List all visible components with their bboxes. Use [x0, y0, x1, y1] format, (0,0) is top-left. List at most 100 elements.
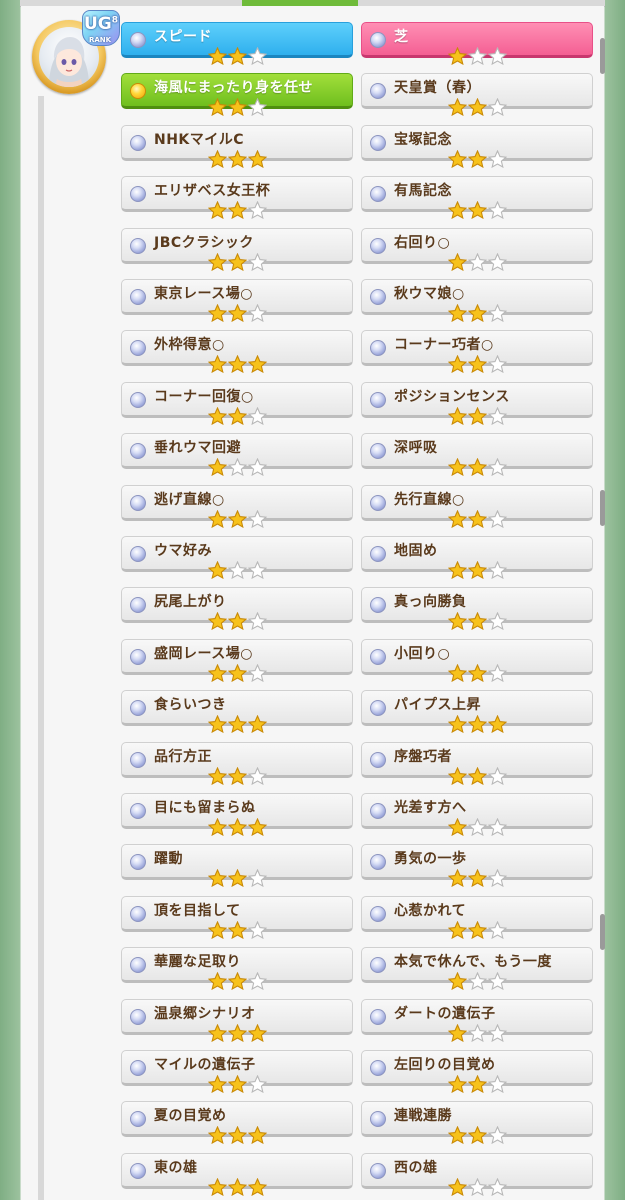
- skill-card[interactable]: 宝塚記念: [361, 125, 593, 168]
- skill-card[interactable]: 頂を目指して: [121, 896, 353, 939]
- star-rating: [208, 972, 267, 990]
- scrollbar-thumb[interactable]: [600, 490, 605, 526]
- star-filled-icon: [228, 921, 247, 939]
- skill-card[interactable]: 秋ウマ娘○: [361, 279, 593, 322]
- star-rating: [208, 767, 267, 785]
- skill-label: 垂れウマ回避: [154, 440, 241, 456]
- skill-card[interactable]: 逃げ直線○: [121, 485, 353, 528]
- skill-card[interactable]: パイプス上昇: [361, 690, 593, 733]
- star-filled-icon: [448, 869, 467, 887]
- skill-label: NHKマイルC: [154, 132, 245, 148]
- skill-card[interactable]: 先行直線○: [361, 485, 593, 528]
- star-filled-icon: [488, 715, 507, 733]
- skill-card[interactable]: 有馬記念: [361, 176, 593, 219]
- skill-card[interactable]: 心惹かれて: [361, 896, 593, 939]
- skill-icon: [370, 597, 386, 613]
- star-filled-icon: [448, 407, 467, 425]
- skill-card[interactable]: 品行方正: [121, 742, 353, 785]
- character-portrait[interactable]: UG8 RANK: [32, 10, 120, 102]
- star-empty-icon: [488, 150, 507, 168]
- skill-card[interactable]: 温泉郷シナリオ: [121, 999, 353, 1042]
- skill-card[interactable]: 光差す方へ: [361, 793, 593, 836]
- star-filled-icon: [468, 561, 487, 579]
- scrollbar[interactable]: [600, 30, 605, 1200]
- skill-card[interactable]: スピード: [121, 22, 353, 65]
- star-rating: [208, 921, 267, 939]
- skill-card[interactable]: 小回り○: [361, 639, 593, 682]
- skill-card[interactable]: 東の雄: [121, 1153, 353, 1196]
- skill-card[interactable]: 盛岡レース場○: [121, 639, 353, 682]
- star-empty-icon: [488, 355, 507, 373]
- skill-card[interactable]: ウマ好み: [121, 536, 353, 579]
- star-rating: [448, 201, 507, 219]
- star-rating: [208, 869, 267, 887]
- star-rating: [448, 47, 507, 65]
- skill-icon: [130, 649, 146, 665]
- star-filled-icon: [208, 1024, 227, 1042]
- skill-icon: [370, 238, 386, 254]
- skill-card[interactable]: 真っ向勝負: [361, 587, 593, 630]
- star-filled-icon: [208, 869, 227, 887]
- star-empty-icon: [248, 1075, 267, 1093]
- skill-card[interactable]: NHKマイルC: [121, 125, 353, 168]
- skill-card[interactable]: 外枠得意○: [121, 330, 353, 373]
- skill-card[interactable]: 食らいつき: [121, 690, 353, 733]
- scrollbar-thumb[interactable]: [600, 914, 605, 950]
- star-filled-icon: [228, 304, 247, 322]
- skill-card[interactable]: 尻尾上がり: [121, 587, 353, 630]
- skill-card[interactable]: マイルの遺伝子: [121, 1050, 353, 1093]
- skill-card[interactable]: エリザベス女王杯: [121, 176, 353, 219]
- star-empty-icon: [488, 664, 507, 682]
- star-filled-icon: [448, 1075, 467, 1093]
- skill-label: 芝: [394, 29, 409, 45]
- skill-card[interactable]: 夏の目覚め: [121, 1101, 353, 1144]
- star-empty-icon: [488, 253, 507, 271]
- skill-card[interactable]: JBCクラシック: [121, 228, 353, 271]
- star-empty-icon: [248, 253, 267, 271]
- rank-sub: 8: [111, 15, 119, 26]
- skill-card[interactable]: 垂れウマ回避: [121, 433, 353, 476]
- skill-card[interactable]: コーナー回復○: [121, 382, 353, 425]
- star-filled-icon: [228, 355, 247, 373]
- skill-label: 尻尾上がり: [154, 594, 227, 610]
- skill-card[interactable]: 勇気の一歩: [361, 844, 593, 887]
- skill-card[interactable]: 地固め: [361, 536, 593, 579]
- skill-card[interactable]: 深呼吸: [361, 433, 593, 476]
- skill-label: 先行直線○: [394, 492, 465, 508]
- star-empty-icon: [248, 921, 267, 939]
- star-rating: [208, 201, 267, 219]
- star-empty-icon: [488, 767, 507, 785]
- skill-card[interactable]: 左回りの目覚め: [361, 1050, 593, 1093]
- skill-card[interactable]: コーナー巧者○: [361, 330, 593, 373]
- skill-label: 左回りの目覚め: [394, 1057, 496, 1073]
- skill-card[interactable]: 躍動: [121, 844, 353, 887]
- star-filled-icon: [448, 201, 467, 219]
- star-empty-icon: [488, 47, 507, 65]
- skill-card[interactable]: 海風にまったり身を任せ: [121, 73, 353, 116]
- skill-card[interactable]: 目にも留まらぬ: [121, 793, 353, 836]
- skill-card[interactable]: 右回り○: [361, 228, 593, 271]
- star-filled-icon: [248, 1178, 267, 1196]
- star-filled-icon: [468, 869, 487, 887]
- star-rating: [448, 664, 507, 682]
- skill-card[interactable]: 本気で休んで、もう一度: [361, 947, 593, 990]
- skill-card[interactable]: 序盤巧者: [361, 742, 593, 785]
- skill-card[interactable]: 連戦連勝: [361, 1101, 593, 1144]
- star-filled-icon: [448, 98, 467, 116]
- skill-card[interactable]: 西の雄: [361, 1153, 593, 1196]
- skill-card[interactable]: ポジションセンス: [361, 382, 593, 425]
- star-filled-icon: [248, 355, 267, 373]
- star-filled-icon: [228, 150, 247, 168]
- scrollbar-thumb[interactable]: [600, 38, 605, 74]
- skill-card[interactable]: 東京レース場○: [121, 279, 353, 322]
- star-rating: [208, 407, 267, 425]
- skill-icon: [130, 1111, 146, 1127]
- skill-card[interactable]: 天皇賞（春）: [361, 73, 593, 116]
- left-rail: [38, 96, 44, 1200]
- star-empty-icon: [248, 407, 267, 425]
- skill-icon: [370, 906, 386, 922]
- star-rating: [208, 715, 267, 733]
- skill-card[interactable]: 芝: [361, 22, 593, 65]
- skill-card[interactable]: 華麗な足取り: [121, 947, 353, 990]
- skill-card[interactable]: ダートの遺伝子: [361, 999, 593, 1042]
